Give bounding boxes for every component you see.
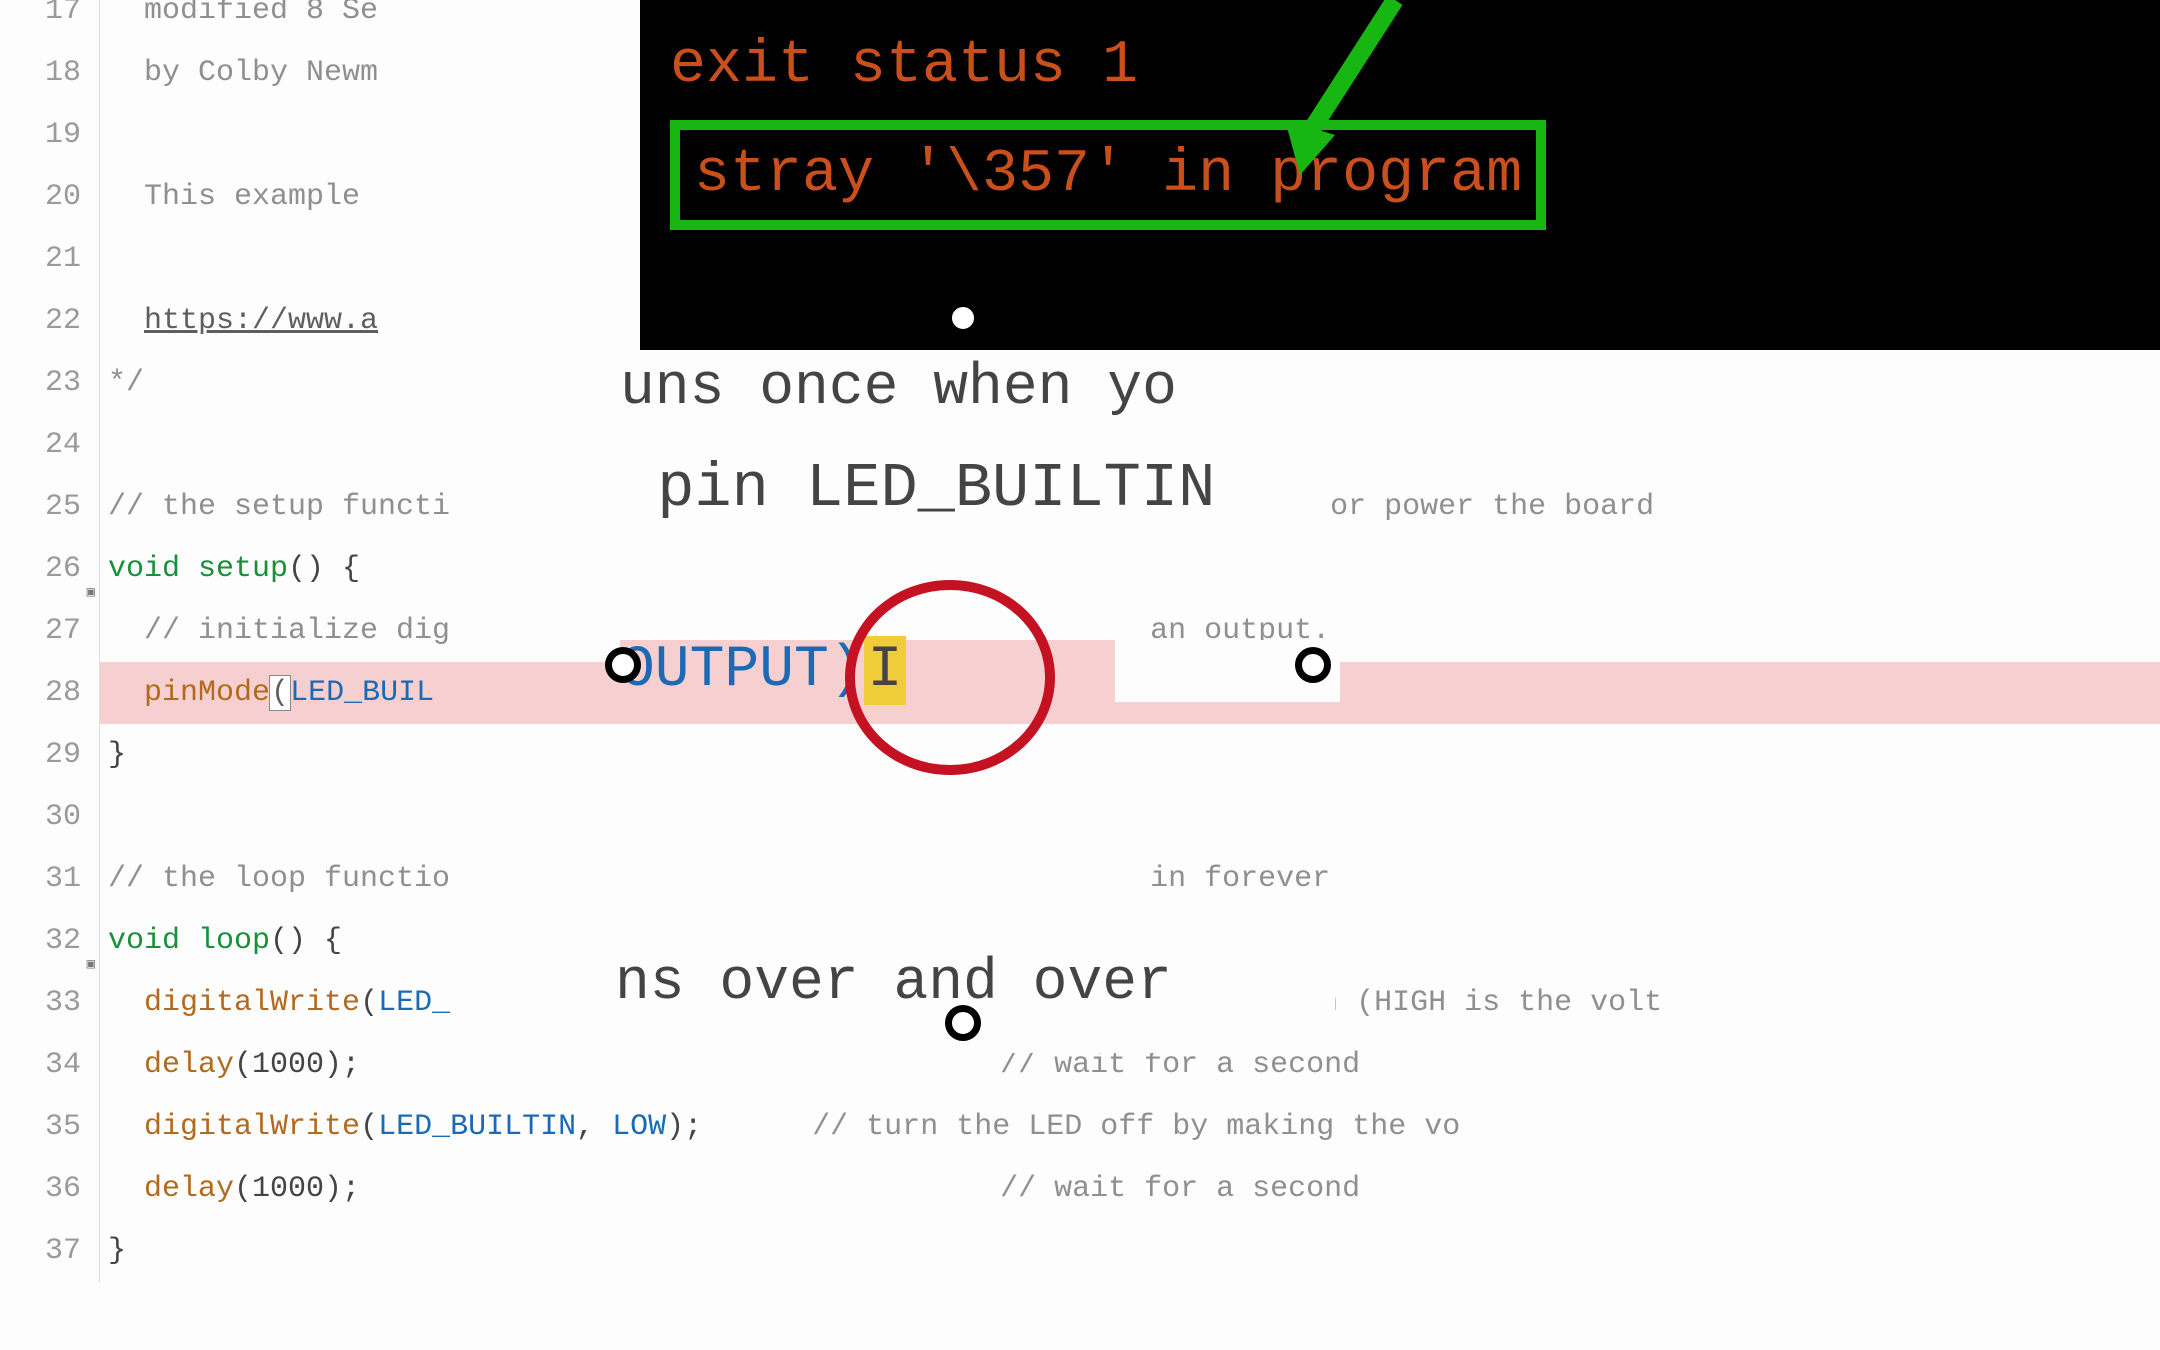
line-number: 19 [0,104,89,166]
matched-paren: ( [270,676,290,710]
line-number: 25 [0,476,89,538]
line-number: 28 [0,662,89,724]
line-number-gutter: 17 18 19 20 21 22 23 24 25 26▣ 27 28 29 … [0,0,100,1282]
code-line[interactable]: // the loop functioin forever [100,848,2160,910]
line-number: 27 [0,600,89,662]
line-number: 29 [0,724,89,786]
compiler-output-panel[interactable]: exit status 1 stray '\357' in program [640,0,2160,350]
error-exit-status: exit status 1 [670,30,2130,102]
line-number: 26▣ [0,538,89,600]
zoom-pinmode-line: OUTPUT)I [620,640,1340,702]
line-number: 35 [0,1096,89,1158]
url-link[interactable]: https://www.a [144,304,378,338]
code-line[interactable]: } [100,1220,2160,1282]
line-number: 22 [0,290,89,352]
line-number: 34 [0,1034,89,1096]
line-number: 32▣ [0,910,89,972]
error-message-highlighted: stray '\357' in program [670,120,1546,230]
code-line[interactable]: } [100,724,2160,786]
line-number: 23 [0,352,89,414]
line-number: 18 [0,42,89,104]
line-number: 21 [0,228,89,290]
fold-icon[interactable]: ▣ [81,562,95,576]
line-number: 17 [0,0,89,42]
code-line[interactable]: digitalWrite(LED_BUILTIN, LOW);// turn t… [100,1096,2160,1158]
stray-char-selection: I [864,636,907,705]
line-number: 36 [0,1158,89,1220]
line-number: 33 [0,972,89,1034]
line-number: 31 [0,848,89,910]
zoom-text-loop-comment: ns over and over [615,955,1335,1053]
code-line[interactable] [100,786,2160,848]
line-number: 37 [0,1220,89,1282]
line-number: 24 [0,414,89,476]
code-line[interactable]: delay(1000);// wait for a second [100,1158,2160,1220]
zoom-text-setup-comment: uns once when yo pin LED_BUILTIN [620,360,1320,560]
line-number: 20 [0,166,89,228]
line-number: 30 [0,786,89,848]
fold-icon[interactable]: ▣ [81,934,95,948]
